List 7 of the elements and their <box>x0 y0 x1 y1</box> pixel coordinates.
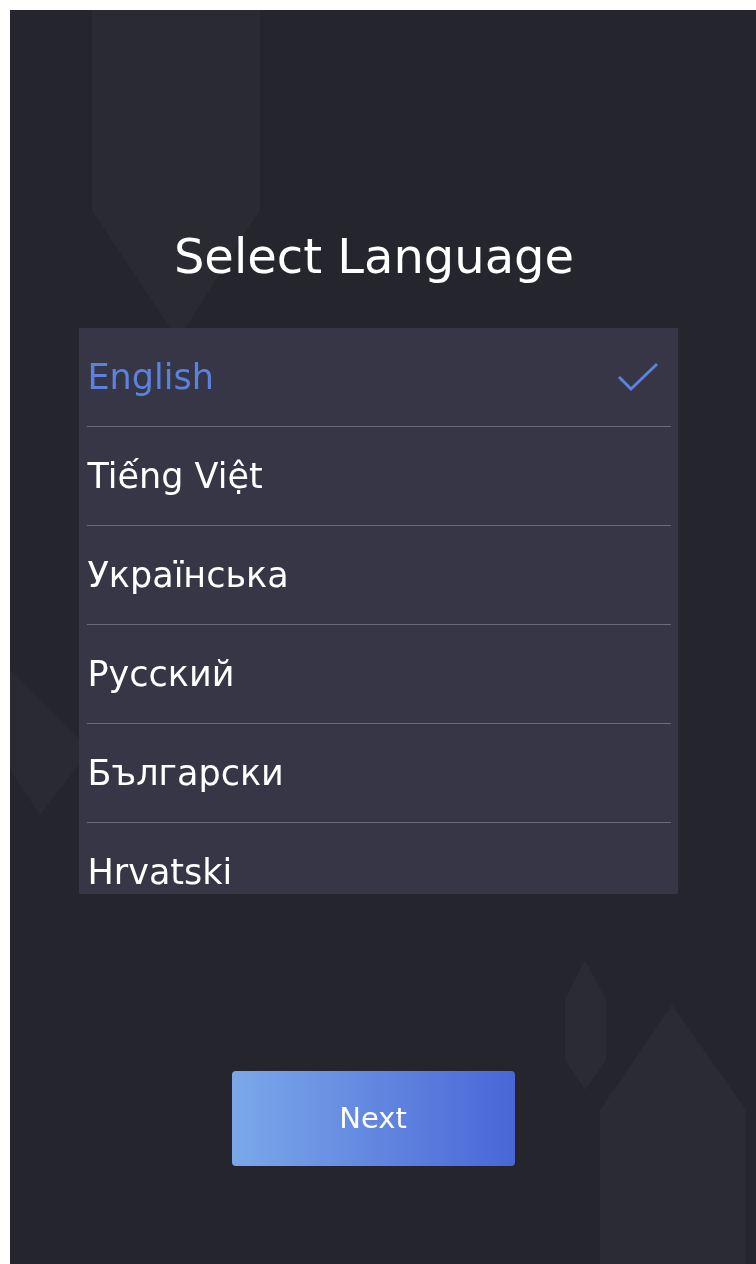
language-option[interactable]: Русский <box>86 624 671 724</box>
language-option[interactable]: Български <box>86 723 671 823</box>
checkmark-icon <box>616 361 659 392</box>
page-title: Select Language <box>173 228 575 286</box>
language-option[interactable]: Tiếng Việt <box>86 426 671 526</box>
language-option[interactable]: Українська <box>86 525 671 625</box>
language-option[interactable]: Hrvatski <box>86 822 671 894</box>
